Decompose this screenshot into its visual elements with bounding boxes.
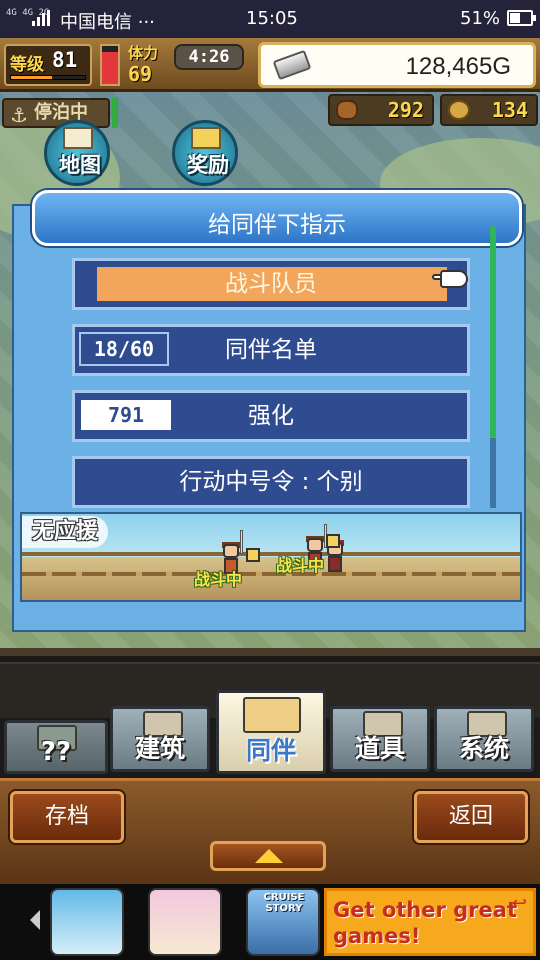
stamina-value: 69 [128, 62, 153, 86]
timer: 4:26 [174, 44, 244, 70]
docked-status: ⚓ 停泊中 [2, 98, 110, 128]
gold-panel: 128,465G [258, 42, 536, 88]
tab-companion-label: 同伴 [245, 736, 296, 765]
strengthen-points-badge: 791 [79, 398, 173, 432]
chevron-left-icon[interactable] [30, 910, 40, 930]
map-button[interactable]: 地图 [44, 120, 110, 186]
dialog-title: 给同伴下指示 [208, 212, 346, 238]
ad-game-tile[interactable] [50, 888, 124, 956]
companion-list-button[interactable]: 18/60 同伴名单 [72, 324, 470, 376]
support-label: 无应援 [22, 516, 109, 548]
ad-game-tile[interactable] [148, 888, 222, 956]
level-progress-bar [10, 75, 86, 80]
docked-indicator [112, 98, 118, 128]
action-order-button[interactable]: 行动中号令 : 个别 [72, 456, 470, 508]
level-panel: 等级 81 [4, 44, 92, 86]
wood-icon [336, 100, 358, 120]
book-icon [326, 534, 340, 548]
ad-banner: CRUISE STORY Get other great games! ↩ [0, 884, 540, 960]
top-hud: 等级 81 体力 69 4:26 128,465G [0, 38, 540, 92]
get-other-games-button[interactable]: Get other great games! ↩ [324, 888, 536, 956]
medal-counter: 134 [440, 94, 538, 126]
battle-members-label: 战斗队员 [225, 271, 317, 297]
strengthen-button[interactable]: 791 强化 [72, 390, 470, 442]
companion-command-dialog: 给同伴下指示 战斗队员 18/60 同伴名单 791 强化 行动中号令 : 个别… [12, 190, 526, 632]
dialog-header: 给同伴下指示 [32, 190, 522, 246]
tab-build[interactable]: 建筑 [110, 706, 210, 772]
signal-icon [32, 10, 50, 26]
wood-counter: 292 [328, 94, 434, 126]
back-button[interactable]: 返回 [414, 791, 528, 843]
return-arrow-icon: ↩ [511, 893, 527, 914]
wood-value: 292 [387, 98, 424, 122]
arrow-up-icon [255, 849, 283, 863]
book-icon [246, 548, 260, 562]
tab-system[interactable]: 系统 [434, 706, 534, 772]
level-label: 等级 [10, 55, 44, 75]
medal-icon [448, 100, 470, 120]
map-button-label: 地图 [59, 153, 101, 177]
dialog-scrollbar-track [490, 438, 496, 508]
medal-value: 134 [491, 98, 528, 122]
companion-icon [243, 697, 301, 733]
ad-cta-label: Get other great games! [333, 898, 517, 948]
hand-pointer-icon [432, 270, 470, 292]
reward-icon [191, 127, 221, 149]
battery-icon [507, 10, 536, 26]
map-icon [63, 127, 93, 149]
reward-button[interactable]: 奖励 [172, 120, 238, 186]
battery-percent: 51% [460, 8, 501, 29]
bottom-bar: 存档 返回 [0, 778, 540, 884]
save-button[interactable]: 存档 [10, 791, 124, 843]
expand-up-button[interactable] [210, 841, 326, 871]
stamina-label: 体力 [128, 44, 159, 62]
tab-unknown[interactable]: ?? [4, 720, 108, 774]
companion-list-label: 同伴名单 [225, 337, 317, 363]
tab-companion[interactable]: 同伴 [216, 690, 326, 774]
companion-count-badge: 18/60 [79, 332, 169, 366]
reward-button-label: 奖励 [187, 153, 229, 177]
in-battle-badge: 战斗中 [276, 556, 325, 575]
battle-scene: 无应援 战斗中 战斗中 [20, 512, 522, 602]
level-value: 81 [52, 48, 78, 72]
ad-tile-title: CRUISE STORY [263, 892, 305, 914]
silver-bar-icon [272, 49, 312, 81]
tab-items[interactable]: 道具 [330, 706, 430, 772]
tab-build-label: 建筑 [134, 734, 185, 763]
ad-game-tile[interactable]: CRUISE STORY [246, 888, 320, 956]
tab-system-label: 系统 [458, 734, 509, 763]
ship-deck [22, 572, 520, 576]
carrier-name: 中国电信 ··· [60, 12, 155, 33]
action-order-label: 行动中号令 : 个别 [179, 469, 363, 495]
stamina-panel: 体力 69 [126, 42, 174, 88]
tab-unknown-label: ?? [40, 737, 72, 767]
dialog-scrollbar[interactable] [490, 226, 496, 438]
status-bar: 4G 4G 2G 中国电信 ··· 15:05 51% [0, 0, 540, 38]
in-battle-badge: 战斗中 [194, 570, 243, 589]
clock: 15:05 [246, 8, 298, 29]
gold-value: 128,465G [405, 53, 511, 80]
battle-members-button[interactable]: 战斗队员 [72, 258, 470, 310]
strengthen-label: 强化 [248, 403, 294, 429]
ship-rail [22, 552, 520, 556]
stamina-gauge [100, 44, 120, 86]
tab-items-label: 道具 [354, 734, 405, 763]
anchor-icon: ⚓ [10, 103, 28, 127]
